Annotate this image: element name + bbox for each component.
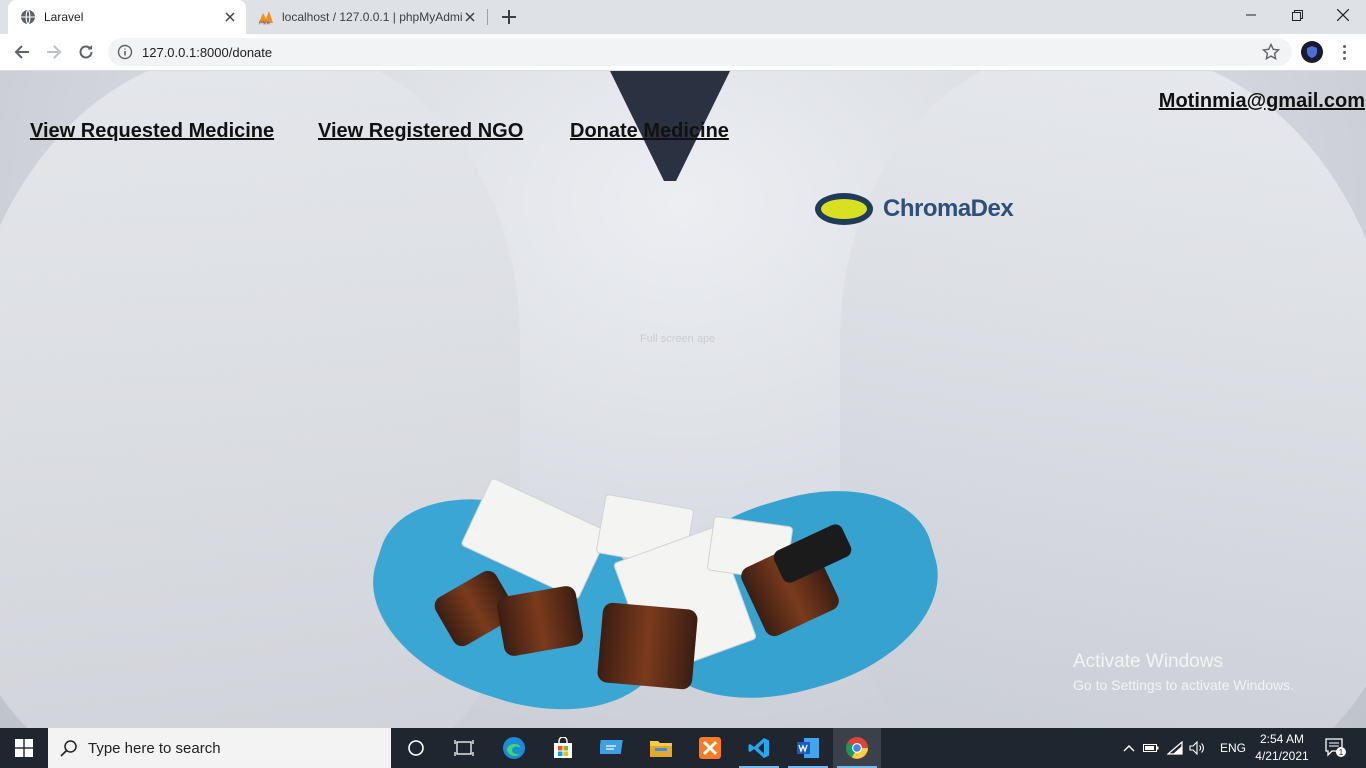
browser-toolbar: 127.0.0.1:8000/donate	[0, 34, 1366, 71]
forward-button[interactable]	[40, 38, 68, 66]
minimize-icon	[1246, 14, 1256, 16]
taskbar-app-xampp[interactable]	[686, 728, 734, 768]
minimize-button[interactable]	[1228, 0, 1274, 30]
taskbar-app-store[interactable]	[539, 728, 587, 768]
url-text[interactable]: 127.0.0.1:8000/donate	[142, 45, 272, 60]
action-center-button[interactable]: 1	[1316, 728, 1356, 768]
close-icon[interactable]	[222, 9, 238, 25]
bookmark-star-icon[interactable]	[1262, 43, 1280, 61]
tab-separator	[487, 9, 488, 25]
svg-text:PMA: PMA	[259, 21, 271, 26]
taskbar-search-placeholder: Type here to search	[88, 739, 221, 757]
close-icon[interactable]	[462, 9, 478, 25]
back-button[interactable]	[8, 38, 36, 66]
logo-text: ChromaDex	[883, 195, 1014, 222]
tab-phpmyadmin[interactable]: PMA localhost / 127.0.0.1 | phpMyAdmin	[248, 0, 486, 34]
nav-link-view-registered-ngo[interactable]: View Registered NGO	[318, 120, 523, 143]
activate-windows-subtitle: Go to Settings to activate Windows.	[1073, 677, 1294, 693]
taskbar-app-remote-desktop[interactable]	[588, 728, 636, 768]
vscode-icon	[748, 738, 769, 758]
clock-time: 2:54 AM	[1259, 732, 1305, 746]
store-bag-icon	[554, 737, 572, 758]
windows-taskbar: Type here to search ENG 2:54 AM 4/21/202…	[0, 728, 1366, 768]
nav-link-donate-medicine[interactable]: Donate Medicine	[570, 120, 729, 143]
tab-laravel[interactable]: Laravel	[8, 0, 246, 34]
plus-icon	[502, 10, 516, 24]
tab-title: Laravel	[44, 10, 84, 24]
taskbar-clock[interactable]: 2:54 AM 4/21/2021	[1250, 731, 1314, 765]
language-indicator[interactable]: ENG	[1220, 741, 1246, 755]
background-logo: ChromaDex	[815, 189, 1055, 229]
monitor-app-icon	[600, 740, 623, 754]
address-bar[interactable]: 127.0.0.1:8000/donate	[108, 38, 1292, 66]
profile-avatar[interactable]	[1301, 41, 1323, 63]
reload-icon	[79, 45, 93, 59]
nav-link-view-requested-medicine[interactable]: View Requested Medicine	[30, 120, 274, 143]
start-button[interactable]	[0, 728, 48, 768]
close-window-button[interactable]	[1320, 0, 1366, 30]
background-hands-with-medicine	[347, 431, 961, 728]
task-view-button[interactable]	[440, 728, 488, 768]
shield-icon	[1307, 46, 1317, 58]
system-tray: ENG	[1120, 728, 1246, 768]
medicine-bottle	[596, 602, 699, 690]
globe-icon	[21, 9, 35, 25]
battery-icon[interactable]	[1138, 743, 1164, 753]
taskbar-app-vscode[interactable]	[735, 728, 783, 768]
user-email-link[interactable]: Motinmia@gmail.com	[1159, 90, 1365, 113]
edge-icon	[503, 737, 525, 759]
tab-title: localhost / 127.0.0.1 | phpMyAdmin	[282, 10, 462, 24]
taskbar-app-file-explorer[interactable]	[637, 728, 685, 768]
restore-icon	[1291, 9, 1303, 21]
browser-tab-strip: Laravel PMA localhost / 127.0.0.1 | phpM…	[0, 0, 1366, 34]
taskbar-app-edge[interactable]	[490, 728, 538, 768]
taskbar-search-box[interactable]: Type here to search	[48, 728, 391, 768]
page-viewport: ChromaDex Full screen ape View Requested…	[0, 71, 1366, 728]
xampp-icon	[699, 737, 721, 759]
taskbar-app-chrome[interactable]	[833, 728, 881, 768]
clock-date: 4/21/2021	[1255, 749, 1309, 763]
info-icon[interactable]	[117, 44, 133, 60]
taskbar-app-word[interactable]	[784, 728, 832, 768]
folder-icon	[650, 741, 672, 757]
chevron-up-icon[interactable]	[1120, 744, 1138, 752]
cortana-button[interactable]	[392, 728, 440, 768]
search-icon	[60, 740, 77, 757]
notification-icon: 1	[1325, 738, 1346, 757]
arrow-left-icon	[14, 45, 29, 59]
cortana-circle-icon	[408, 740, 424, 756]
logo-ring-icon	[815, 193, 873, 225]
windows-logo-icon	[15, 739, 33, 757]
volume-icon[interactable]	[1186, 741, 1208, 755]
word-icon	[797, 738, 819, 758]
task-view-icon	[454, 740, 474, 756]
activate-windows-title: Activate Windows	[1073, 651, 1223, 672]
browser-menu-button[interactable]	[1336, 42, 1352, 62]
wifi-icon[interactable]	[1164, 741, 1186, 755]
notification-count: 1	[1339, 748, 1344, 757]
restore-button[interactable]	[1274, 0, 1320, 30]
new-tab-button[interactable]	[498, 6, 520, 28]
phpmyadmin-icon: PMA	[259, 11, 273, 26]
faint-background-text: Full screen ape	[640, 333, 716, 345]
arrow-right-icon	[47, 45, 62, 59]
chrome-icon	[846, 737, 868, 759]
reload-button[interactable]	[72, 38, 100, 66]
activate-windows-watermark: Activate Windows Go to Settings to activ…	[1073, 651, 1294, 693]
close-icon	[1337, 9, 1349, 21]
